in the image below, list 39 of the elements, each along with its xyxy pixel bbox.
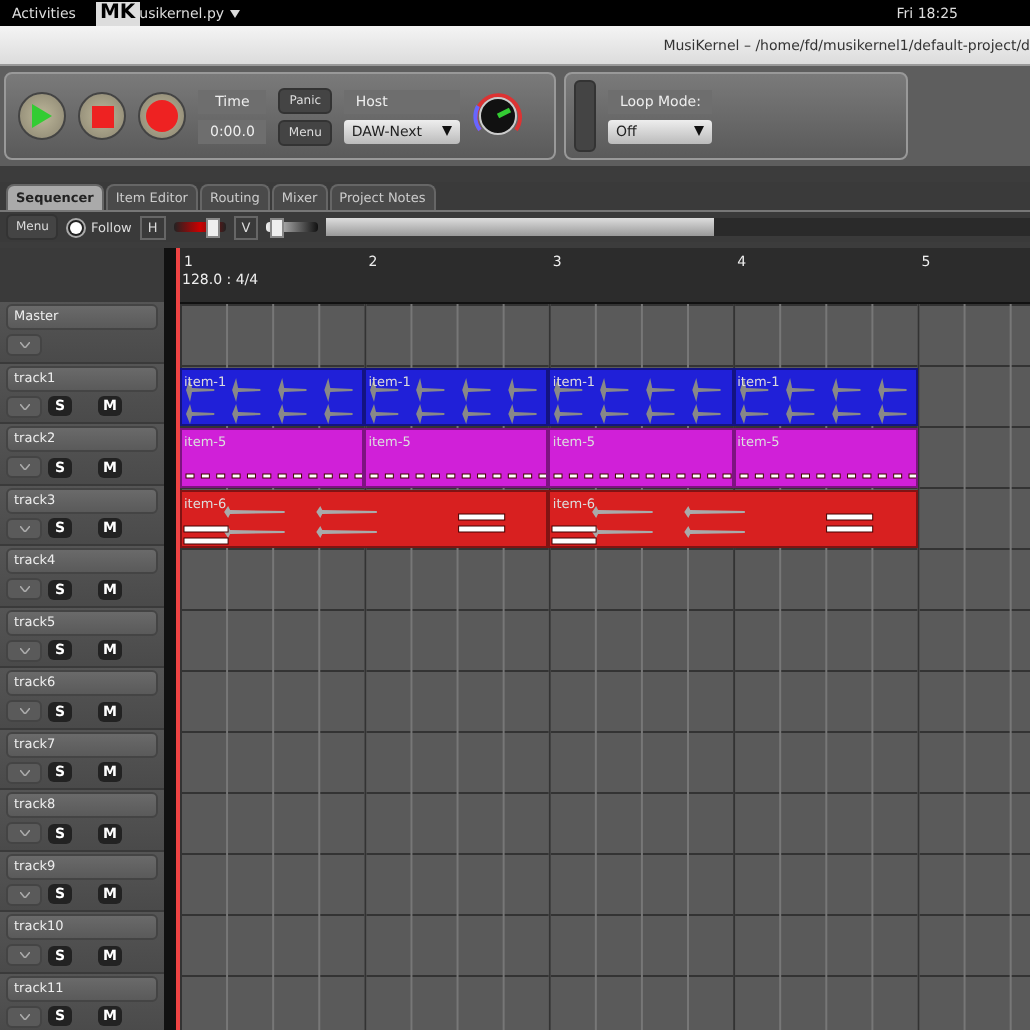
chevron-icon	[19, 769, 29, 775]
vertical-slot	[574, 80, 596, 152]
chevron-icon	[19, 830, 29, 836]
track-dropdown[interactable]	[6, 639, 42, 661]
track-dropdown[interactable]	[6, 883, 42, 905]
caret-icon	[230, 9, 241, 17]
chevron-icon	[19, 952, 29, 958]
caret-icon	[441, 126, 452, 136]
caret-icon	[694, 126, 705, 136]
chevron-icon	[19, 342, 29, 348]
chevron-icon	[19, 464, 29, 470]
chevron-icon	[19, 1013, 29, 1019]
chevron-icon	[19, 891, 29, 897]
stop-button[interactable]	[78, 92, 126, 140]
record-icon	[146, 100, 178, 132]
chevron-icon	[19, 586, 29, 592]
chevron-icon	[19, 525, 29, 531]
play-button[interactable]	[18, 92, 66, 140]
track-dropdown[interactable]	[6, 456, 42, 478]
track-dropdown[interactable]	[6, 334, 42, 356]
follow-checkbox[interactable]	[66, 217, 87, 237]
horizontal-zoom-slider[interactable]	[173, 222, 226, 232]
track-dropdown[interactable]	[6, 944, 42, 966]
track-dropdown[interactable]	[6, 517, 42, 539]
app-logo: MK	[95, 1, 140, 25]
chevron-icon	[19, 708, 29, 714]
chevron-icon	[19, 403, 29, 409]
play-icon	[30, 102, 54, 130]
vertical-zoom-slider[interactable]	[266, 222, 319, 232]
stop-icon	[91, 105, 113, 127]
chevron-icon	[19, 647, 29, 653]
track-dropdown[interactable]	[6, 822, 42, 844]
track-dropdown[interactable]	[6, 578, 42, 600]
track-dropdown[interactable]	[6, 1005, 42, 1027]
track-dropdown[interactable]	[6, 395, 42, 417]
horizontal-scrollbar[interactable]	[326, 218, 1030, 236]
track-dropdown[interactable]	[6, 700, 42, 722]
record-button[interactable]	[138, 92, 186, 140]
track-dropdown[interactable]	[6, 761, 42, 783]
